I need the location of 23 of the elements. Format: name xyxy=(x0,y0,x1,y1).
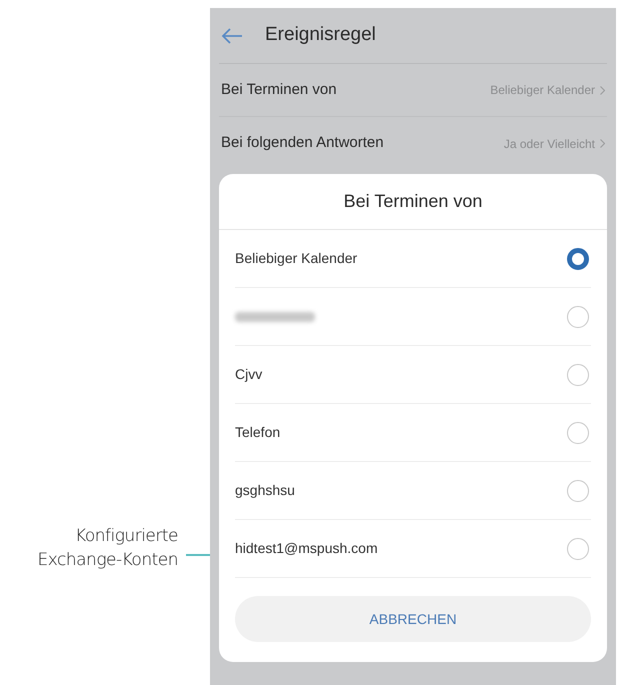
calendar-option[interactable]: Beliebiger Kalender xyxy=(235,230,591,288)
chevron-icon xyxy=(600,86,605,94)
calendar-option[interactable]: gsghshsu xyxy=(235,462,591,520)
settings-row[interactable]: Bei Terminen von Beliebiger Kalender xyxy=(219,64,607,117)
radio-button[interactable] xyxy=(567,248,589,270)
leader-line xyxy=(186,554,210,556)
setting-value: Beliebiger Kalender xyxy=(490,82,595,99)
chevron-icon xyxy=(600,139,605,148)
radio-button[interactable] xyxy=(567,538,589,560)
radio-button[interactable] xyxy=(567,306,589,328)
dialog-title: Bei Terminen von xyxy=(219,174,607,230)
radio-button[interactable] xyxy=(567,422,589,444)
cancel-button[interactable]: ABBRECHEN xyxy=(235,596,591,642)
back-arrow-icon[interactable] xyxy=(221,26,243,44)
calendar-option[interactable]: Cjvv xyxy=(235,346,591,404)
calendar-option[interactable]: Telefon xyxy=(235,404,591,462)
annotation-label: Konfigurierte Exchange-Konten xyxy=(36,525,178,572)
calendar-option[interactable]: hidtest1@mspush.com xyxy=(235,520,591,578)
screen-title: Ereignisregel xyxy=(265,23,376,48)
setting-value: Ja oder Vielleicht xyxy=(504,136,595,152)
radio-button[interactable] xyxy=(567,364,589,386)
settings-row[interactable]: Bei folgenden Antworten Ja oder Vielleicht xyxy=(219,117,607,170)
radio-button[interactable] xyxy=(567,480,589,502)
